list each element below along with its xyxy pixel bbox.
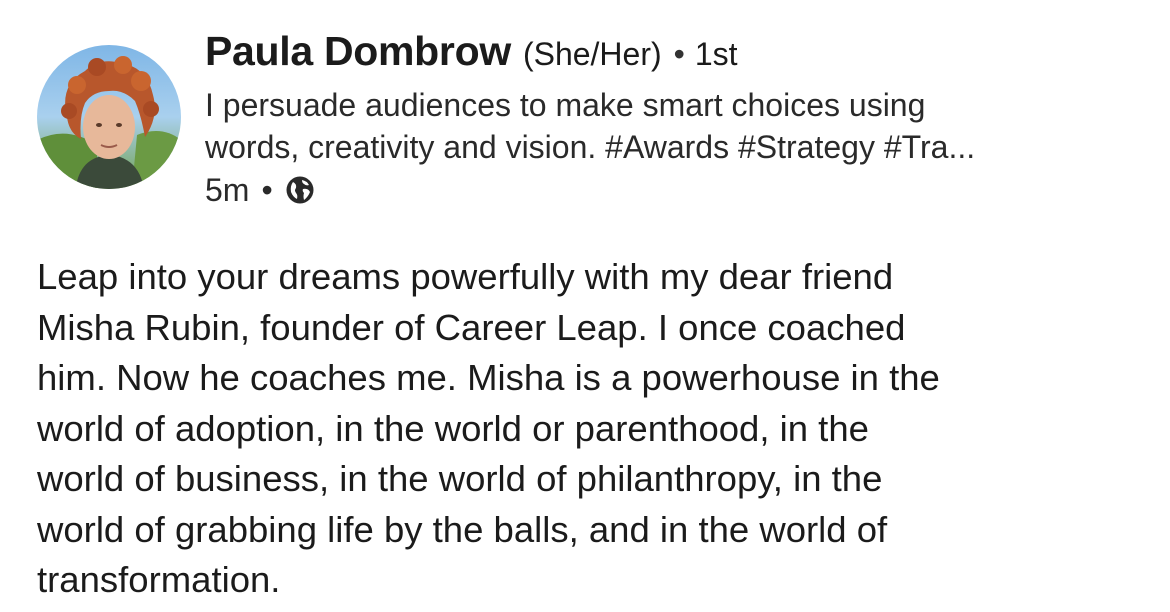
- connection-degree: 1st: [694, 36, 738, 72]
- avatar-photo: [37, 45, 181, 189]
- separator-dot: •: [673, 36, 685, 72]
- author-avatar[interactable]: [37, 45, 181, 189]
- separator-dot: •: [261, 171, 273, 208]
- post-body-line: world of adoption, in the world or paren…: [37, 407, 869, 449]
- linkedin-post: Paula Dombrow (She/Her) • 1st I persuade…: [0, 0, 1170, 612]
- post-time: 5m: [205, 171, 250, 208]
- headline-line: words, creativity and vision. #Awards #S…: [205, 129, 976, 165]
- headline-line: I persuade audiences to make smart choic…: [205, 87, 926, 123]
- post-body: Leap into your dreams powerfully with my…: [37, 252, 1147, 606]
- post-body-line: world of business, in the world of phila…: [37, 458, 883, 499]
- post-body-line: him. Now he coaches me. Misha is a power…: [37, 357, 940, 398]
- post-header: Paula Dombrow (She/Her) • 1st I persuade…: [205, 28, 1145, 212]
- author-pronouns: (She/Her): [522, 36, 662, 72]
- globe-icon: [285, 175, 315, 205]
- post-body-line: transformation.: [37, 559, 281, 600]
- post-body-line: Leap into your dreams powerfully with my…: [37, 256, 894, 297]
- author-name[interactable]: Paula Dombrow: [205, 28, 511, 75]
- post-body-line: world of grabbing life by the balls, and…: [37, 508, 888, 550]
- post-body-line: Misha Rubin, founder of Career Leap. I o…: [37, 306, 906, 348]
- author-headline[interactable]: I persuade audiences to make smart choic…: [205, 84, 1135, 168]
- author-name-row: Paula Dombrow (She/Her) • 1st: [205, 28, 1145, 80]
- post-meta: 5m •: [205, 168, 1145, 212]
